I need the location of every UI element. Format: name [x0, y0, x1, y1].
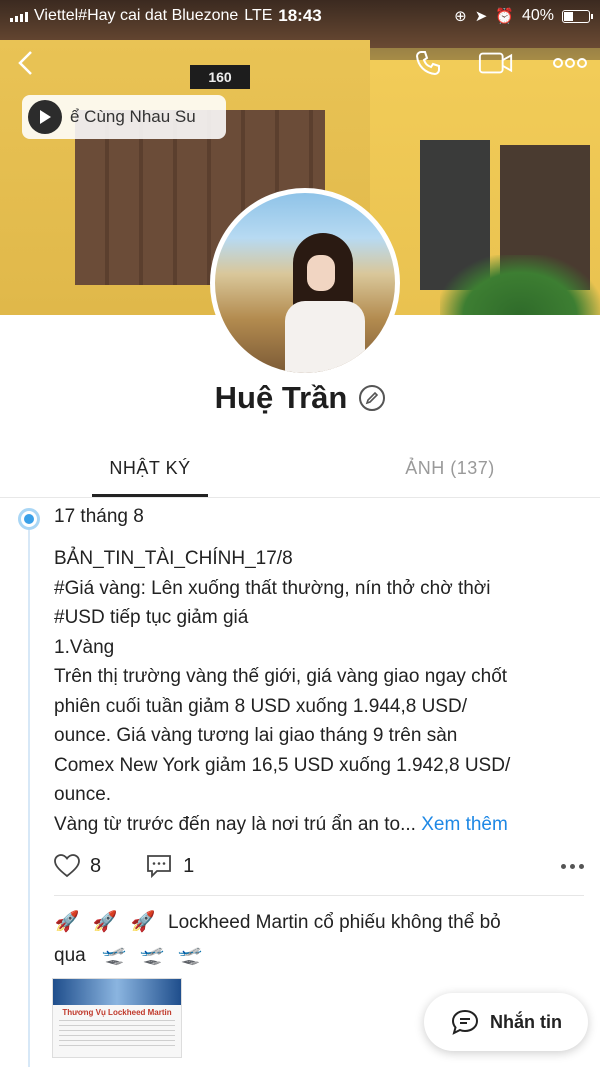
post-actions: 8 1	[54, 848, 584, 884]
rocket-icon: 🚀	[54, 911, 80, 933]
airplane-icon: 🛫	[139, 944, 165, 966]
status-bar: Viettel#Hay cai dat Bluezone LTE 18:43 ⊕…	[0, 0, 600, 32]
post-more-icon[interactable]	[561, 863, 584, 869]
post-line: ounce. Giá vàng tương lai giao tháng 9 t…	[54, 725, 458, 746]
like-button[interactable]: 8	[54, 854, 101, 878]
see-more-link[interactable]: Xem thêm	[421, 814, 508, 835]
chevron-left-icon	[18, 51, 32, 75]
profile-name-row: Huệ Trần	[0, 380, 600, 416]
post-line: phiên cuối tuần giảm 8 USD xuống 1.944,8…	[54, 695, 467, 717]
like-count: 8	[90, 854, 102, 877]
post-2-line: Lockheed Martin cổ phiếu không thể bỏ	[168, 912, 501, 933]
rocket-icon: 🚀	[92, 911, 118, 933]
post-line: Comex New York giảm 16,5 USD xuống 1.942…	[54, 754, 511, 776]
phone-icon	[415, 51, 440, 76]
call-button[interactable]	[410, 45, 446, 81]
timeline-line	[28, 518, 30, 1067]
alarm-icon: ⏰	[495, 8, 514, 25]
post-2-image[interactable]: Thương Vụ Lockheed Martin	[52, 978, 182, 1058]
comment-icon	[147, 855, 172, 879]
profile-music-chip[interactable]: ể Cùng Nhau Su	[22, 95, 226, 139]
image-text-lines	[59, 1020, 175, 1050]
profile-name: Huệ Trần	[214, 380, 348, 415]
post-line: 1.Vàng	[54, 636, 115, 658]
post-line: #USD tiếp tục giảm giá	[54, 607, 249, 628]
battery-percent: 40%	[521, 7, 554, 24]
edit-name-icon[interactable]	[359, 385, 386, 411]
post-divider	[54, 895, 584, 896]
airplane-icon: 🛫	[101, 944, 127, 966]
avatar-body	[285, 301, 365, 373]
post-body[interactable]: BẢN_TIN_TÀI_CHÍNH_17/8 #Giá vàng: Lên xu…	[54, 544, 584, 839]
signal-icon	[10, 10, 28, 22]
network-label: LTE	[244, 7, 273, 24]
music-title: ể Cùng Nhau Su	[70, 107, 196, 126]
comment-button[interactable]: 1	[145, 853, 194, 879]
post-2-line: qua	[54, 945, 86, 966]
back-button[interactable]	[8, 45, 44, 81]
battery-icon	[562, 9, 593, 23]
post-last-line: Vàng từ trước đến nay là nơi trú ẩn an t…	[54, 810, 584, 840]
timeline-dot	[18, 508, 40, 530]
location-icon: ➤	[474, 8, 488, 25]
post-2-text[interactable]: 🚀 🚀 🚀 Lockheed Martin cổ phiếu không thể bỏ…	[54, 906, 584, 972]
chat-bubble-icon	[451, 1009, 479, 1035]
post-truncated-text: Vàng từ trước đến nay là nơi trú ẩn an t…	[54, 813, 416, 835]
image-banner	[53, 979, 181, 1005]
post-line: Trên thị trường vàng thế giới, giá vàng …	[54, 666, 508, 687]
more-horizontal-icon	[553, 58, 587, 68]
play-icon[interactable]	[28, 100, 62, 134]
video-camera-icon	[478, 52, 513, 74]
airplane-icon: 🛫	[177, 944, 203, 966]
avatar[interactable]	[210, 188, 400, 378]
post-date: 17 tháng 8	[54, 506, 144, 527]
more-options-button[interactable]	[552, 45, 588, 81]
image-caption: Thương Vụ Lockheed Martin	[62, 1008, 172, 1017]
heart-icon	[54, 854, 80, 878]
tab-photos[interactable]: ẢNH (137)	[300, 440, 600, 497]
active-tab-indicator	[92, 494, 208, 497]
screen-lock-icon: ⊕	[454, 8, 467, 25]
profile-tabs: NHẬT KÝ ẢNH (137)	[0, 440, 600, 498]
cover-house-number: 160	[190, 65, 250, 89]
post-line: BẢN_TIN_TÀI_CHÍNH_17/8	[54, 548, 293, 569]
comment-count: 1	[183, 854, 195, 877]
rocket-icon: 🚀	[130, 911, 156, 933]
clock: 18:43	[278, 6, 322, 25]
post-line: ounce.	[54, 784, 112, 805]
avatar-face	[307, 255, 335, 291]
post-line: #Giá vàng: Lên xuống thất thường, nín th…	[54, 577, 491, 599]
message-button[interactable]: Nhắn tin	[424, 993, 588, 1051]
tab-diary[interactable]: NHẬT KÝ	[0, 440, 300, 497]
video-call-button[interactable]	[478, 45, 514, 81]
carrier-label: Viettel#Hay cai dat Bluezone	[34, 7, 239, 24]
cover-plant	[440, 255, 600, 315]
message-button-label: Nhắn tin	[490, 1011, 562, 1032]
